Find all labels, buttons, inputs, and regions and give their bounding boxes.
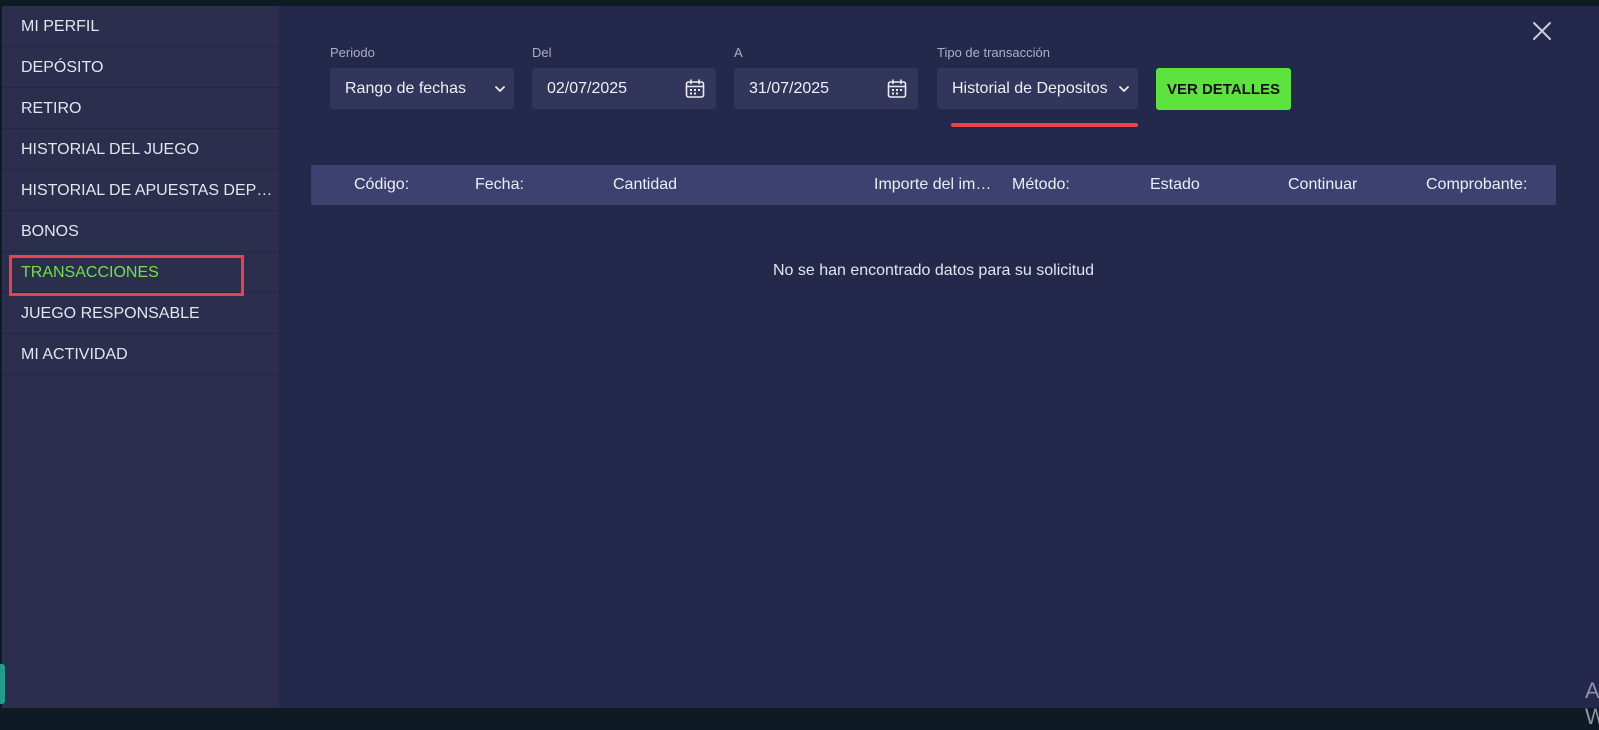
to-date-input[interactable]: 31/07/2025 bbox=[734, 68, 918, 109]
to-date-label: A bbox=[734, 45, 743, 60]
period-select[interactable]: Rango de fechas bbox=[330, 68, 514, 109]
column-header-cantidad[interactable]: Cantidad bbox=[613, 165, 677, 205]
column-header-metodo[interactable]: Método: bbox=[1012, 165, 1070, 205]
windows-activation-watermark: Activar Windows bbox=[1585, 678, 1599, 729]
from-date-input[interactable]: 02/07/2025 bbox=[532, 68, 716, 109]
column-header-importe-impuesto[interactable]: Importe del impuesto bbox=[874, 165, 992, 205]
sidebar-item-deposito[interactable]: DEPÓSITO bbox=[2, 47, 279, 88]
sidebar-item-retiro[interactable]: RETIRO bbox=[2, 88, 279, 129]
from-date-value: 02/07/2025 bbox=[547, 80, 628, 97]
sidebar-item-historial-juego[interactable]: HISTORIAL DEL JUEGO bbox=[2, 129, 279, 170]
transaction-type-value: Historial de Depositos bbox=[952, 80, 1108, 97]
column-header-estado[interactable]: Estado bbox=[1150, 165, 1200, 205]
column-header-codigo[interactable]: Código: bbox=[354, 165, 409, 205]
sidebar-item-transacciones[interactable]: TRANSACCIONES bbox=[2, 252, 279, 293]
account-sidebar: MI PERFIL DEPÓSITO RETIRO HISTORIAL DEL … bbox=[2, 6, 279, 708]
chevron-down-icon bbox=[495, 86, 505, 92]
transaction-type-select[interactable]: Historial de Depositos bbox=[937, 68, 1138, 109]
column-header-continuar[interactable]: Continuar bbox=[1288, 165, 1357, 205]
close-button[interactable] bbox=[1529, 18, 1555, 44]
transactions-panel: Periodo Rango de fechas Del 02/07/2025 A… bbox=[279, 6, 1599, 729]
edge-tab[interactable] bbox=[0, 664, 5, 704]
empty-table-message: No se han encontrado datos para su solic… bbox=[772, 262, 1095, 279]
sidebar-item-mi-actividad[interactable]: MI ACTIVIDAD bbox=[2, 334, 279, 375]
calendar-icon[interactable] bbox=[886, 78, 908, 100]
transaction-type-highlight bbox=[951, 123, 1138, 127]
column-header-fecha[interactable]: Fecha: bbox=[475, 165, 524, 205]
sidebar-item-mi-perfil[interactable]: MI PERFIL bbox=[2, 6, 279, 47]
chevron-down-icon bbox=[1119, 86, 1129, 92]
view-details-button[interactable]: VER DETALLES bbox=[1156, 68, 1291, 110]
from-date-label: Del bbox=[532, 45, 552, 60]
period-label: Periodo bbox=[330, 45, 375, 60]
close-icon bbox=[1533, 22, 1551, 40]
column-header-comprobante[interactable]: Comprobante: bbox=[1426, 165, 1527, 205]
calendar-icon[interactable] bbox=[684, 78, 706, 100]
sidebar-item-juego-responsable[interactable]: JUEGO RESPONSABLE bbox=[2, 293, 279, 334]
transaction-type-label: Tipo de transacción bbox=[937, 45, 1050, 60]
to-date-value: 31/07/2025 bbox=[749, 80, 830, 97]
sidebar-item-historial-apuestas[interactable]: HISTORIAL DE APUESTAS DEPORTIVAS bbox=[2, 170, 279, 211]
sidebar-item-bonos[interactable]: BONOS bbox=[2, 211, 279, 252]
transactions-table-header: Código: Fecha: Cantidad Importe del impu… bbox=[311, 165, 1556, 205]
period-value: Rango de fechas bbox=[345, 80, 466, 97]
